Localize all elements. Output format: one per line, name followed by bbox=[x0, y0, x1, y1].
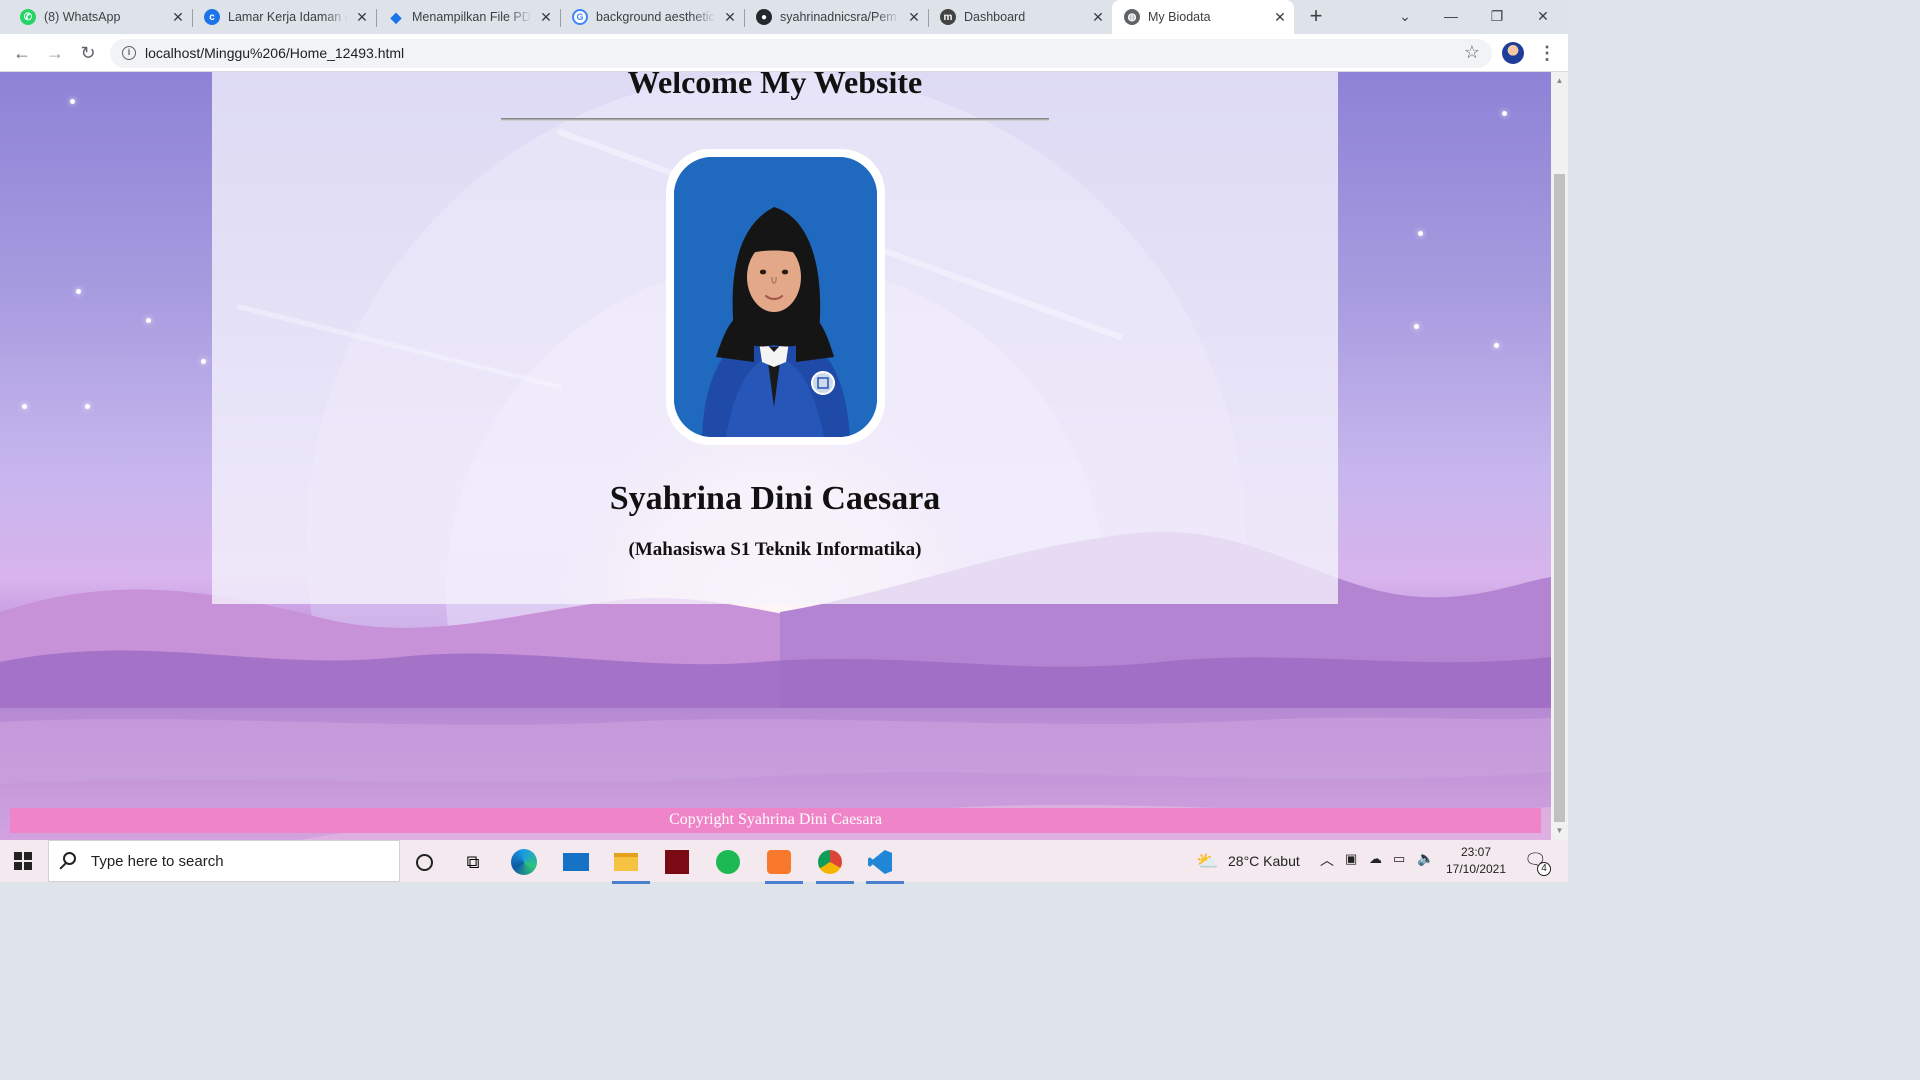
forward-arrow-icon[interactable]: → bbox=[44, 42, 66, 64]
system-clock[interactable]: 23:07 17/10/2021 bbox=[1440, 844, 1512, 878]
windows-taskbar: Type here to search ⧉ ⛅ 28°C Kabut ︿ ▣ ☁… bbox=[0, 840, 1568, 884]
c-logo-icon: c bbox=[204, 9, 220, 25]
star-decoration bbox=[1414, 324, 1419, 329]
close-tab-icon[interactable]: ✕ bbox=[722, 9, 738, 25]
tab-dashboard[interactable]: m Dashboard ✕ bbox=[928, 0, 1112, 34]
tab-whatsapp[interactable]: ✆ (8) WhatsApp ✕ bbox=[8, 0, 193, 34]
star-decoration bbox=[201, 359, 206, 364]
tab-pdf-viewer[interactable]: ◆ Menampilkan File PDF ✕ bbox=[376, 0, 561, 34]
star-decoration bbox=[1418, 231, 1423, 236]
close-tab-icon[interactable]: ✕ bbox=[354, 9, 370, 25]
restore-button[interactable]: ❐ bbox=[1474, 0, 1520, 34]
sublime-app-icon[interactable] bbox=[661, 847, 693, 877]
tab-title: background aesthetic bbox=[596, 10, 715, 24]
star-decoration bbox=[1494, 343, 1499, 348]
star-decoration bbox=[146, 318, 151, 323]
github-icon: ● bbox=[756, 9, 772, 25]
address-bar[interactable]: i localhost/Minggu%206/Home_12493.html ☆ bbox=[110, 39, 1492, 68]
browser-tab-strip: ✆ (8) WhatsApp ✕ c Lamar Kerja Idaman di… bbox=[0, 0, 1568, 34]
windows-start-icon[interactable] bbox=[14, 852, 32, 870]
star-decoration bbox=[85, 404, 90, 409]
tab-title: Dashboard bbox=[964, 10, 1026, 24]
browser-toolbar: ← → ↻ i localhost/Minggu%206/Home_12493.… bbox=[0, 34, 1568, 72]
star-decoration bbox=[70, 99, 75, 104]
battery-icon[interactable]: ▭ bbox=[1393, 851, 1405, 867]
globe-icon: ◍ bbox=[1124, 9, 1140, 25]
person-name: Syahrina Dini Caesara bbox=[609, 480, 941, 517]
close-tab-icon[interactable]: ✕ bbox=[538, 9, 554, 25]
profile-photo bbox=[674, 157, 877, 437]
page-title: Welcome My Website bbox=[627, 72, 923, 100]
reload-icon[interactable]: ↻ bbox=[77, 42, 99, 64]
edge-browser-icon[interactable] bbox=[508, 847, 540, 877]
address-url[interactable]: localhost/Minggu%206/Home_12493.html bbox=[145, 45, 404, 61]
mail-icon[interactable] bbox=[560, 847, 592, 877]
site-info-icon[interactable]: i bbox=[122, 46, 136, 60]
page-viewport: Welcome My Website Syahrina Dini Caesara… bbox=[0, 72, 1551, 840]
close-tab-icon[interactable]: ✕ bbox=[170, 9, 186, 25]
moodle-icon: m bbox=[940, 9, 956, 25]
search-placeholder[interactable]: Type here to search bbox=[91, 853, 224, 870]
meet-now-icon[interactable]: ▣ bbox=[1345, 851, 1357, 867]
network-icon[interactable]: ☁ bbox=[1369, 851, 1382, 867]
tab-title: Lamar Kerja Idaman di bbox=[228, 10, 348, 24]
task-view-icon[interactable]: ⧉ bbox=[457, 847, 489, 877]
tab-my-biodata[interactable]: ◍ My Biodata ✕ bbox=[1112, 0, 1294, 34]
star-decoration bbox=[76, 289, 81, 294]
clock-time: 23:07 bbox=[1460, 845, 1492, 859]
star-decoration bbox=[22, 404, 27, 409]
person-role: (Mahasiswa S1 Teknik Informatika) bbox=[628, 539, 922, 560]
xampp-icon[interactable] bbox=[763, 847, 803, 884]
biodata-card: Welcome My Website Syahrina Dini Caesara… bbox=[212, 72, 1338, 604]
menu-kebab-icon[interactable]: ⋮ bbox=[1538, 42, 1556, 64]
tab-title: syahrinadnicsra/Pem bbox=[780, 10, 897, 24]
google-icon: G bbox=[572, 9, 588, 25]
scrollbar-thumb[interactable] bbox=[1554, 174, 1565, 822]
chrome-icon[interactable] bbox=[814, 847, 854, 884]
profile-photo-frame bbox=[666, 149, 885, 445]
taskbar-search-box[interactable]: Type here to search bbox=[48, 840, 400, 882]
tab-title: Menampilkan File PDF bbox=[412, 10, 532, 24]
notification-count-badge: 4 bbox=[1537, 862, 1551, 876]
bookmark-star-icon[interactable]: ☆ bbox=[1464, 42, 1480, 63]
tab-github[interactable]: ● syahrinadnicsra/Pem ✕ bbox=[744, 0, 929, 34]
page-footer: Copyright Syahrina Dini Caesara bbox=[10, 808, 1541, 833]
chevron-up-icon[interactable]: ︿ bbox=[1320, 850, 1334, 870]
close-tab-icon[interactable]: ✕ bbox=[906, 9, 922, 25]
tab-google-search[interactable]: G background aesthetic ✕ bbox=[560, 0, 745, 34]
profile-avatar[interactable] bbox=[1502, 42, 1524, 64]
drive-diamond-icon: ◆ bbox=[390, 8, 402, 25]
volume-icon[interactable]: 🔈 bbox=[1417, 850, 1434, 867]
scroll-up-arrow-icon[interactable]: ▲ bbox=[1555, 76, 1564, 85]
scroll-down-arrow-icon[interactable]: ▼ bbox=[1555, 826, 1564, 835]
tab-search-chevron-icon[interactable]: ⌄ bbox=[1382, 0, 1428, 34]
minimize-button[interactable]: — bbox=[1428, 0, 1474, 34]
tab-lamar-kerja[interactable]: c Lamar Kerja Idaman di ✕ bbox=[192, 0, 377, 34]
vertical-scrollbar[interactable]: ▲ ▼ bbox=[1551, 72, 1568, 840]
vscode-icon[interactable] bbox=[864, 847, 904, 884]
title-divider bbox=[501, 118, 1049, 121]
clock-date: 17/10/2021 bbox=[1445, 862, 1507, 876]
whatsapp-icon: ✆ bbox=[20, 9, 36, 25]
weather-text[interactable]: 28°C Kabut bbox=[1228, 853, 1300, 869]
cortana-circle-icon[interactable] bbox=[408, 847, 440, 877]
search-icon bbox=[63, 852, 76, 865]
tab-title: (8) WhatsApp bbox=[44, 10, 121, 24]
tab-title: My Biodata bbox=[1148, 10, 1211, 24]
file-explorer-icon[interactable] bbox=[610, 847, 650, 884]
star-decoration bbox=[1502, 111, 1507, 116]
close-window-button[interactable]: ✕ bbox=[1520, 0, 1566, 34]
back-arrow-icon[interactable]: ← bbox=[11, 42, 33, 64]
new-tab-button[interactable]: + bbox=[1305, 5, 1327, 28]
close-tab-icon[interactable]: ✕ bbox=[1272, 9, 1288, 25]
spotify-icon[interactable] bbox=[712, 847, 744, 877]
close-tab-icon[interactable]: ✕ bbox=[1090, 9, 1106, 25]
weather-icon[interactable]: ⛅ bbox=[1196, 851, 1218, 872]
portrait-image bbox=[674, 157, 877, 437]
